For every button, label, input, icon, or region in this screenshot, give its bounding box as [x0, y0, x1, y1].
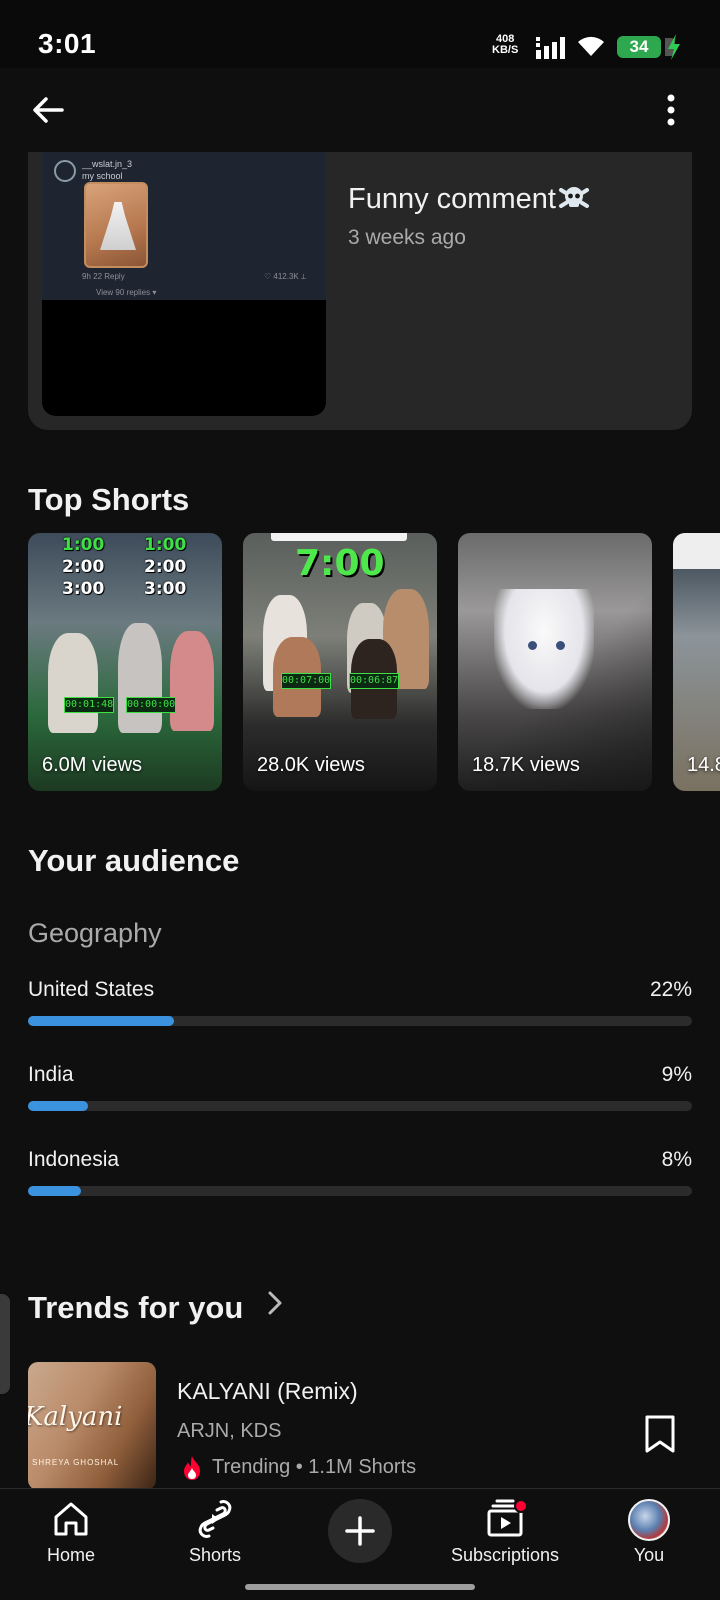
thumbnail-photo: [84, 182, 148, 268]
network-speed: 408 KB/S: [492, 33, 519, 56]
short-banner: [271, 533, 407, 541]
geo-row: India 9%: [28, 1063, 692, 1123]
nav-you[interactable]: You: [579, 1489, 719, 1589]
short-timer-label: 1:00: [62, 535, 105, 555]
nav-shorts-label: Shorts: [188, 1545, 242, 1565]
create-button[interactable]: [328, 1499, 392, 1563]
person-figure: [48, 633, 98, 733]
nav-home-label: Home: [46, 1545, 95, 1565]
led-timer: 00:01:48: [64, 697, 114, 713]
status-time: 3:01: [38, 28, 97, 59]
geo-country: United States: [28, 978, 155, 1001]
short-big-timer: 7:00: [295, 543, 385, 584]
audience-heading: Your audience: [28, 843, 240, 878]
short-timer-label: 2:00: [62, 557, 105, 577]
card-date: 3 weeks ago: [348, 226, 466, 249]
wifi-icon: [578, 36, 604, 56]
kitten-eye: [528, 641, 537, 650]
album-art-artist: SHREYA GHOSHAL: [32, 1458, 120, 1467]
status-bar: 3:01 408 KB/S 34: [0, 0, 720, 68]
card-title[interactable]: Funny comment: [348, 182, 590, 216]
trend-meta: Trending • 1.1M Shorts: [212, 1456, 417, 1478]
geo-percent: 22%: [649, 978, 692, 1001]
thumbnail-avatar: [54, 160, 76, 182]
geo-bar-track: [28, 1186, 692, 1196]
geo-country: Indonesia: [28, 1148, 120, 1171]
short-thumbnail[interactable]: 7:00 00:07:00 00:06:87 28.0K views: [243, 533, 437, 791]
short-banner: [673, 533, 720, 569]
album-art-title: Kalyani: [28, 1402, 123, 1432]
nav-home[interactable]: Home: [1, 1489, 141, 1589]
geo-country: India: [28, 1063, 74, 1086]
notification-dot: [514, 1499, 528, 1513]
top-shorts-heading: Top Shorts: [28, 482, 190, 517]
geo-bar-fill: [28, 1016, 175, 1026]
trend-artists: ARJN, KDS: [177, 1420, 282, 1442]
geo-percent: 9%: [661, 1063, 692, 1086]
kitten-image: [494, 589, 594, 709]
geo-percent: 8%: [661, 1148, 692, 1171]
bookmark-icon[interactable]: [643, 1414, 677, 1454]
person-figure: [118, 623, 162, 733]
skull-crossbones-icon: [558, 187, 589, 208]
more-options-icon[interactable]: [664, 92, 678, 128]
charging-bolt-icon: [668, 34, 680, 60]
kitten-eye: [556, 641, 565, 650]
home-icon: [54, 1502, 88, 1536]
thumbnail-likes: ♡ 412.3K ⟂: [264, 272, 307, 281]
short-timer-label: 3:00: [62, 579, 105, 599]
short-timer-label: 2:00: [144, 557, 187, 577]
video-thumbnail[interactable]: __wslat.jn_3 my school 9h 22 Reply ♡ 412…: [42, 152, 326, 416]
nav-subscriptions[interactable]: Subscriptions: [435, 1489, 575, 1589]
nav-you-label: You: [633, 1545, 665, 1565]
short-views: 14.8: [687, 754, 720, 776]
signal-icon: [536, 37, 565, 59]
thumbnail-meta: 9h 22 Reply: [82, 272, 125, 281]
led-timer: 00:06:87: [349, 673, 399, 689]
nav-subscriptions-label: Subscriptions: [450, 1545, 560, 1565]
short-timer-label: 3:00: [144, 579, 187, 599]
home-indicator[interactable]: [245, 1584, 475, 1590]
short-thumbnail[interactable]: 1:00 1:00 2:00 2:00 3:00 3:00 00:01:48 0…: [28, 533, 222, 791]
nav-shorts[interactable]: Shorts: [145, 1489, 285, 1589]
short-thumbnail[interactable]: 14.8: [673, 533, 720, 791]
short-views: 18.7K views: [472, 754, 580, 776]
geo-row: United States 22%: [28, 978, 692, 1038]
short-thumbnail[interactable]: 18.7K views: [458, 533, 652, 791]
trend-title[interactable]: KALYANI (Remix): [177, 1378, 358, 1405]
back-arrow-icon[interactable]: [28, 90, 68, 130]
battery-indicator: 34: [617, 36, 675, 58]
trends-heading[interactable]: Trends for you: [28, 1290, 243, 1326]
comment-video-card[interactable]: __wslat.jn_3 my school 9h 22 Reply ♡ 412…: [28, 152, 692, 430]
person-figure: [170, 631, 214, 731]
thumbnail-username: __wslat.jn_3 my school: [82, 159, 133, 181]
geo-bar-track: [28, 1016, 692, 1026]
geography-label: Geography: [28, 918, 162, 948]
thumbnail-screenshot: __wslat.jn_3 my school 9h 22 Reply ♡ 412…: [42, 152, 326, 300]
short-views: 28.0K views: [257, 754, 365, 776]
short-timer-label: 1:00: [144, 535, 187, 555]
shorts-icon: [198, 1500, 232, 1538]
geo-bar-fill: [28, 1186, 82, 1196]
side-panel-handle[interactable]: [0, 1294, 10, 1394]
geo-bar-fill: [28, 1101, 88, 1111]
top-shorts-carousel[interactable]: 1:00 1:00 2:00 2:00 3:00 3:00 00:01:48 0…: [28, 533, 720, 791]
trending-flame-icon: [184, 1456, 200, 1480]
dress-image: [100, 202, 136, 250]
plus-icon: [345, 1516, 375, 1546]
short-views: 6.0M views: [42, 754, 143, 776]
led-timer: 00:07:00: [281, 673, 331, 689]
geo-bar-track: [28, 1101, 692, 1111]
trend-album-art[interactable]: Kalyani SHREYA GHOSHAL: [28, 1362, 156, 1490]
geo-row: Indonesia 8%: [28, 1148, 692, 1208]
led-timer: 00:00:00: [126, 697, 176, 713]
chevron-right-icon[interactable]: [266, 1290, 284, 1316]
thumbnail-view-replies: View 90 replies ▾: [96, 288, 157, 297]
